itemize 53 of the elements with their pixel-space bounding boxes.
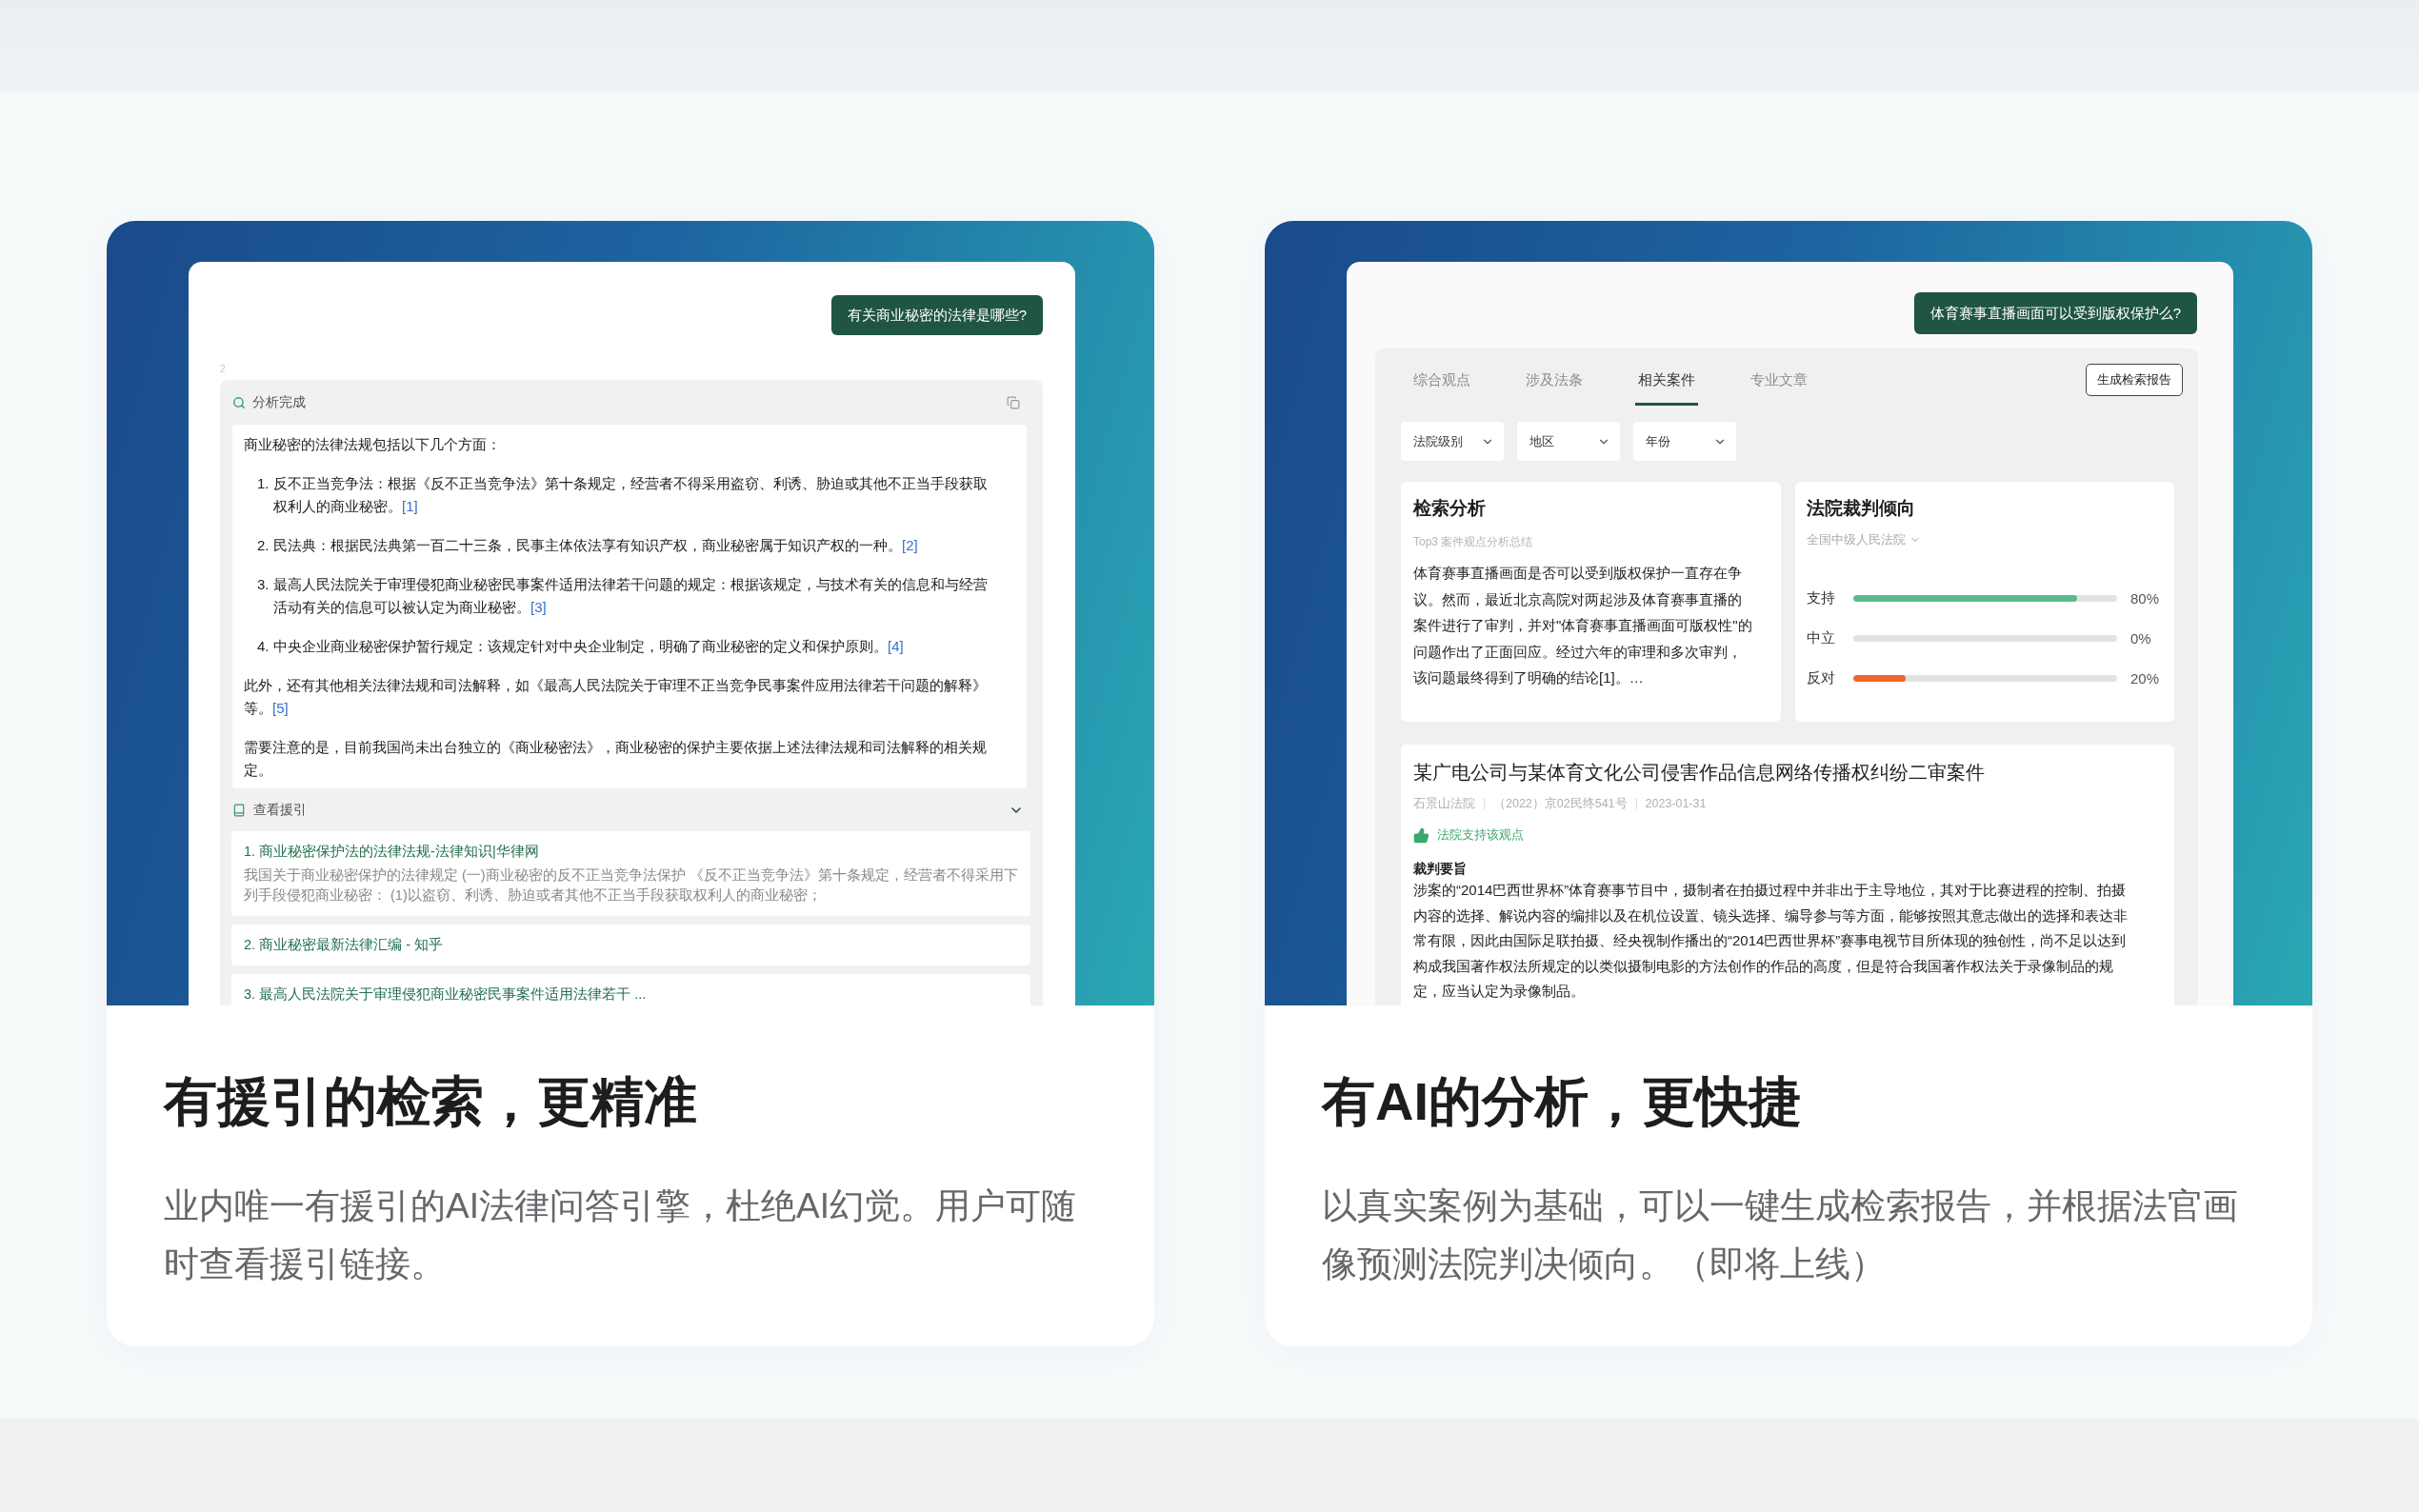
list-number: 4. <box>257 637 270 656</box>
card-title: 检索分析 <box>1413 497 1487 520</box>
citation-link[interactable]: [2] <box>902 537 918 553</box>
list-number: 1. <box>257 474 270 493</box>
card-subtitle: Top3 案件观点分析总结 <box>1413 534 1534 549</box>
percentage-text: 20% <box>2130 669 2160 686</box>
summary-text: 涉案的“2014巴西世界杯”体育赛事节目中，摄制者在拍摄过程中并非出于主导地位，其对于比赛进程的控制、拍摄内容的选择、解说内容的编排以及在机位设置、镜头选择、编导参与等方面，能够按照其意志做出的选择和表达非常有限，因此由国际足联拍摄、经央视制作播出的“2014巴西世界杯”赛事电视节目所体现的独创性，尚不足以达到构成我国著作权法所规定的以类似摄制电影的方法创作的作品的高度，但是符合我国著作权法关于录像制品的规定，应当认定为录像制品。 <box>1413 881 2129 1001</box>
thumbs-up-icon <box>1413 826 1429 844</box>
book-icon <box>232 803 246 817</box>
question-bubble: 有关商业秘密的法律是哪些? <box>830 295 1043 335</box>
search-icon <box>232 395 246 409</box>
feature-description: 以真实案例为基础，可以一键生成检索报告，并根据法官画像预测法院判决倾向。（即将上线） <box>1322 1185 2239 1285</box>
citation-title[interactable]: 3. 最高人民法院关于审理侵犯商业秘密民事案件适用法律若干 ... <box>244 985 1018 1005</box>
citation-title[interactable]: 1. 商业秘密保护法的法律法规-法律知识|华律网 <box>244 842 1018 862</box>
percentage-text: 80% <box>2130 589 2160 607</box>
answer-paragraph: 需要注意的是，目前我国尚未出台独立的《商业秘密法》，商业秘密的保护主要依据上述法律法规和司法解释的相关规定。 <box>244 738 988 780</box>
case-number: （2022）京02民终541号 <box>1493 796 1628 811</box>
percentage-text: 0% <box>2130 629 2151 647</box>
citations-toggle[interactable]: 查看援引 <box>232 788 1027 831</box>
answer-paragraph: 商业秘密的法律法规包括以下几个方面： <box>244 435 501 454</box>
tendency-label: 支持 <box>1807 588 1836 607</box>
question-bubble: 体育赛事直播画面可以受到版权保护么? <box>1913 292 2197 334</box>
citation-link[interactable]: [1] <box>402 498 418 514</box>
citation-link[interactable]: [4] <box>888 638 904 654</box>
citation-link[interactable]: [5] <box>272 700 289 716</box>
tab[interactable]: 相关案件 <box>1635 364 1698 406</box>
status-text: 分析完成 <box>252 393 306 411</box>
list-number: 3. <box>257 575 270 594</box>
tendency-label: 反对 <box>1807 668 1836 687</box>
list-item-text: 中央企业商业秘密保护暂行规定：该规定针对中央企业制定，明确了商业秘密的定义和保护原则。[4] <box>273 637 904 656</box>
feature-title: 有AI的分析，更快捷 <box>1322 1070 1803 1133</box>
feature-description: 业内唯一有援引的AI法律问答引擎，杜绝AI幻觉。用户可随时查看援引链接。 <box>164 1185 1077 1285</box>
list-item-text: 反不正当竞争法：根据《反不正当竞争法》第十条规定，经营者不得采用盗窃、利诱、胁迫或其他不正当手段获取权利人的商业秘密。[1] <box>273 474 989 516</box>
filter-dropdown[interactable]: 年份 <box>1633 422 1736 461</box>
feature-title: 有援引的检索，更精准 <box>164 1070 698 1133</box>
answer-paragraph: 此外，还有其他相关法律法规和司法解释，如《最高人民法院关于审理不正当竞争民事案件应用法律若干问题的解释》等。[5] <box>244 676 988 718</box>
case-title[interactable]: 某广电公司与某体育文化公司侵害作品信息网络传播权纠纷二审案件 <box>1413 759 2136 786</box>
stance-text: 法院支持该观点 <box>1437 826 1524 844</box>
citation-snippet: 我国关于商业秘密保护的法律规定 (一)商业秘密的反不正当竞争法保护 《反不正当竞争法》第十条规定，经营者不得采用下列手段侵犯商业秘密： (1)以盗窃、利诱、胁迫或者其他不正当手段获取权利人的商业秘密； <box>244 866 1018 905</box>
filter-dropdown[interactable]: 法院级别 <box>1401 422 1504 461</box>
tendency-label: 中立 <box>1807 628 1836 647</box>
case-date: 2023-01-31 <box>1645 796 1707 811</box>
summary-heading: 裁判要旨 <box>1413 860 1468 878</box>
list-item-text: 民法典：根据民法典第一百二十三条，民事主体依法享有知识产权，商业秘密属于知识产权的一种。[2] <box>273 536 918 555</box>
list-number: 2. <box>257 536 270 555</box>
analysis-text: 体育赛事直播画面是否可以受到版权保护一直存在争议。然而，最近北京高院对两起涉及体育赛事直播的案件进行了审判，并对"体育赛事直播画面可版权性"的问题作出了正面回应。经过六年的审理和多次审判，该问题最终得到了明确的结论[1]。… <box>1413 564 1752 687</box>
filter-dropdown[interactable]: 地区 <box>1517 422 1620 461</box>
court-name: 石景山法院 <box>1413 796 1475 811</box>
card-title: 法院裁判倾向 <box>1807 497 1916 520</box>
citation-link[interactable]: [3] <box>530 599 547 615</box>
citation-title[interactable]: 2. 商业秘密最新法律汇编 - 知乎 <box>244 935 1018 955</box>
list-item-text: 最高人民法院关于审理侵犯商业秘密民事案件适用法律若干问题的规定：根据该规定，与技术有关的信息和与经营活动有关的信息可以被认定为商业秘密。[3] <box>273 575 989 617</box>
generate-report-button[interactable]: 生成检索报告 <box>2086 364 2183 396</box>
